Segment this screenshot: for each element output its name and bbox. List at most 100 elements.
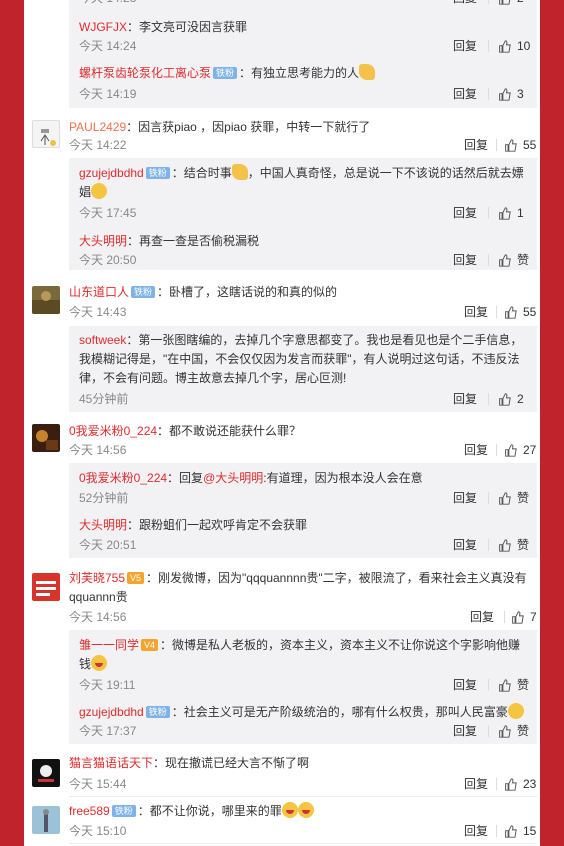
like-count: 27: [523, 443, 537, 457]
reply-button[interactable]: 回复: [453, 677, 477, 693]
comment-time: 45分钟前: [79, 392, 129, 406]
avatar[interactable]: [32, 286, 60, 314]
sub-comment: gzujejdbdhd 铁粉 ：结合时事 ，中国人真奇怪，总是说一下不该说的话然后就去…: [79, 164, 527, 202]
divider: [496, 778, 497, 790]
user-name[interactable]: 山东道口人: [69, 285, 129, 299]
avatar[interactable]: [32, 424, 60, 452]
fan-badge: 铁粉: [145, 167, 170, 179]
like-button[interactable]: 23: [504, 776, 536, 792]
comment-body: 猫言猫语话天下：现在撤谎已经大言不惭了啊: [69, 754, 537, 773]
divider: [488, 254, 489, 266]
thumbs-up-icon: [499, 392, 511, 406]
like-button[interactable]: 2: [498, 391, 524, 407]
thumbs-up-icon: [499, 491, 511, 505]
user-name[interactable]: PAUL2429: [69, 120, 126, 134]
avatar[interactable]: [32, 806, 60, 834]
like-count: 赞: [517, 678, 530, 692]
reply-button[interactable]: 回复: [464, 304, 488, 320]
comment-time: 今天 17:37: [79, 724, 137, 738]
user-name[interactable]: 雏一一同学: [79, 638, 139, 652]
like-button[interactable]: 7: [511, 609, 537, 625]
like-button[interactable]: 赞: [498, 723, 529, 739]
comment-time: 今天 14:23: [79, 0, 136, 6]
reply-button[interactable]: 回复: [453, 537, 477, 553]
user-name[interactable]: 猫言猫语话天下: [69, 756, 153, 770]
user-name[interactable]: gzujejdbdhd: [79, 166, 144, 180]
like-count: 赞: [517, 724, 530, 738]
like-count: 1: [517, 206, 524, 220]
like-count: 赞: [517, 253, 530, 267]
sub-comment-list: gzujejdbdhd 铁粉 ：结合时事 ，中国人真奇怪，总是说一下不该说的话然后就去…: [69, 158, 537, 270]
like-button[interactable]: 赞: [498, 677, 529, 693]
comment-time: 今天 14:56: [69, 443, 127, 457]
divider: [69, 843, 537, 844]
like-button[interactable]: 10: [498, 38, 530, 54]
comment-body: 刘芙晓755 V5 ：刚发微博，因为"qqquannnn贵"二字，被限流了，看来社会…: [69, 569, 537, 607]
sub-comment: 螺杆泵齿轮泵化工离心泵 铁粉 ：有独立思考能力的人: [79, 64, 527, 83]
avatar-image: [38, 765, 54, 782]
thumbs-up-icon: [505, 138, 517, 152]
reply-button[interactable]: 回复: [464, 823, 488, 839]
smile-emoji-icon: [507, 703, 524, 719]
comment-text: ：结合时事: [171, 166, 232, 180]
like-count: 7: [530, 610, 537, 624]
like-button[interactable]: 15: [504, 823, 536, 839]
divider: [496, 139, 497, 151]
comment-body: PAUL2429：因言获piao ，因piao 获罪，中转一下就行了: [69, 118, 537, 137]
reply-button[interactable]: 回复: [464, 137, 488, 153]
avatar-image: [36, 430, 58, 450]
like-button[interactable]: 27: [504, 442, 536, 458]
thumbs-up-icon: [499, 724, 511, 738]
divider: [69, 796, 537, 797]
user-name[interactable]: 大头明明: [79, 234, 127, 248]
thumbs-up-icon: [505, 824, 517, 838]
thumbs-up-icon: [499, 206, 511, 220]
like-count: 15: [523, 824, 537, 838]
reply-button[interactable]: 回复: [453, 252, 477, 268]
comment-text: :有道理，因为根本没人会在意: [263, 471, 423, 485]
user-name[interactable]: 大头明明: [79, 518, 127, 532]
like-button[interactable]: 55: [504, 304, 536, 320]
reply-button[interactable]: 回复: [453, 490, 477, 506]
avatar[interactable]: [32, 759, 60, 787]
avatar[interactable]: [32, 573, 60, 601]
like-count: 赞: [517, 491, 530, 505]
comment-text: ：都不敢说还能获什么罪？: [157, 424, 302, 438]
reply-button[interactable]: 回复: [453, 723, 477, 739]
fan-badge: 铁粉: [145, 706, 170, 718]
sub-comment: WJGFJX：李文亮可没因言获罪: [79, 18, 527, 37]
sub-comment-list: 今天 14:23 回复 2 WJGFJX：李文亮可没因言获罪 今天 14:24 …: [69, 0, 537, 108]
reply-button[interactable]: 回复: [464, 442, 488, 458]
like-count: 3: [517, 87, 524, 101]
like-button[interactable]: 2: [498, 0, 524, 6]
reply-button[interactable]: 回复: [453, 0, 477, 6]
reply-button[interactable]: 回复: [470, 609, 494, 625]
like-button[interactable]: 3: [498, 86, 524, 102]
comment-text: ：卧槽了，这瞎话说的和真的似的: [157, 285, 338, 299]
reply-button[interactable]: 回复: [453, 86, 477, 102]
user-name[interactable]: gzujejdbdhd: [79, 705, 144, 719]
like-button[interactable]: 55: [504, 137, 536, 153]
mention-link[interactable]: @大头明明: [203, 471, 263, 485]
user-name[interactable]: 0我爱米粉0_224: [69, 424, 157, 438]
user-name[interactable]: 螺杆泵齿轮泵化工离心泵: [79, 66, 211, 80]
reply-button[interactable]: 回复: [453, 205, 477, 221]
user-name[interactable]: WJGFJX: [79, 20, 127, 34]
like-button[interactable]: 赞: [498, 490, 529, 506]
user-name[interactable]: softweek: [79, 333, 126, 347]
vip-badge: V4: [141, 639, 159, 651]
like-button[interactable]: 赞: [498, 537, 529, 553]
comment-time: 今天 15:10: [69, 824, 127, 838]
user-name[interactable]: free589: [69, 804, 110, 818]
user-name[interactable]: 0我爱米粉0_224: [79, 471, 167, 485]
thumbs-up-icon: [499, 0, 511, 5]
like-count: 赞: [517, 538, 530, 552]
reply-button[interactable]: 回复: [453, 391, 477, 407]
comment-time: 今天 17:45: [79, 206, 137, 220]
like-button[interactable]: 赞: [498, 252, 529, 268]
reply-button[interactable]: 回复: [464, 776, 488, 792]
reply-button[interactable]: 回复: [453, 38, 477, 54]
like-button[interactable]: 1: [498, 205, 524, 221]
avatar[interactable]: [32, 120, 60, 148]
user-name[interactable]: 刘芙晓755: [69, 571, 125, 585]
